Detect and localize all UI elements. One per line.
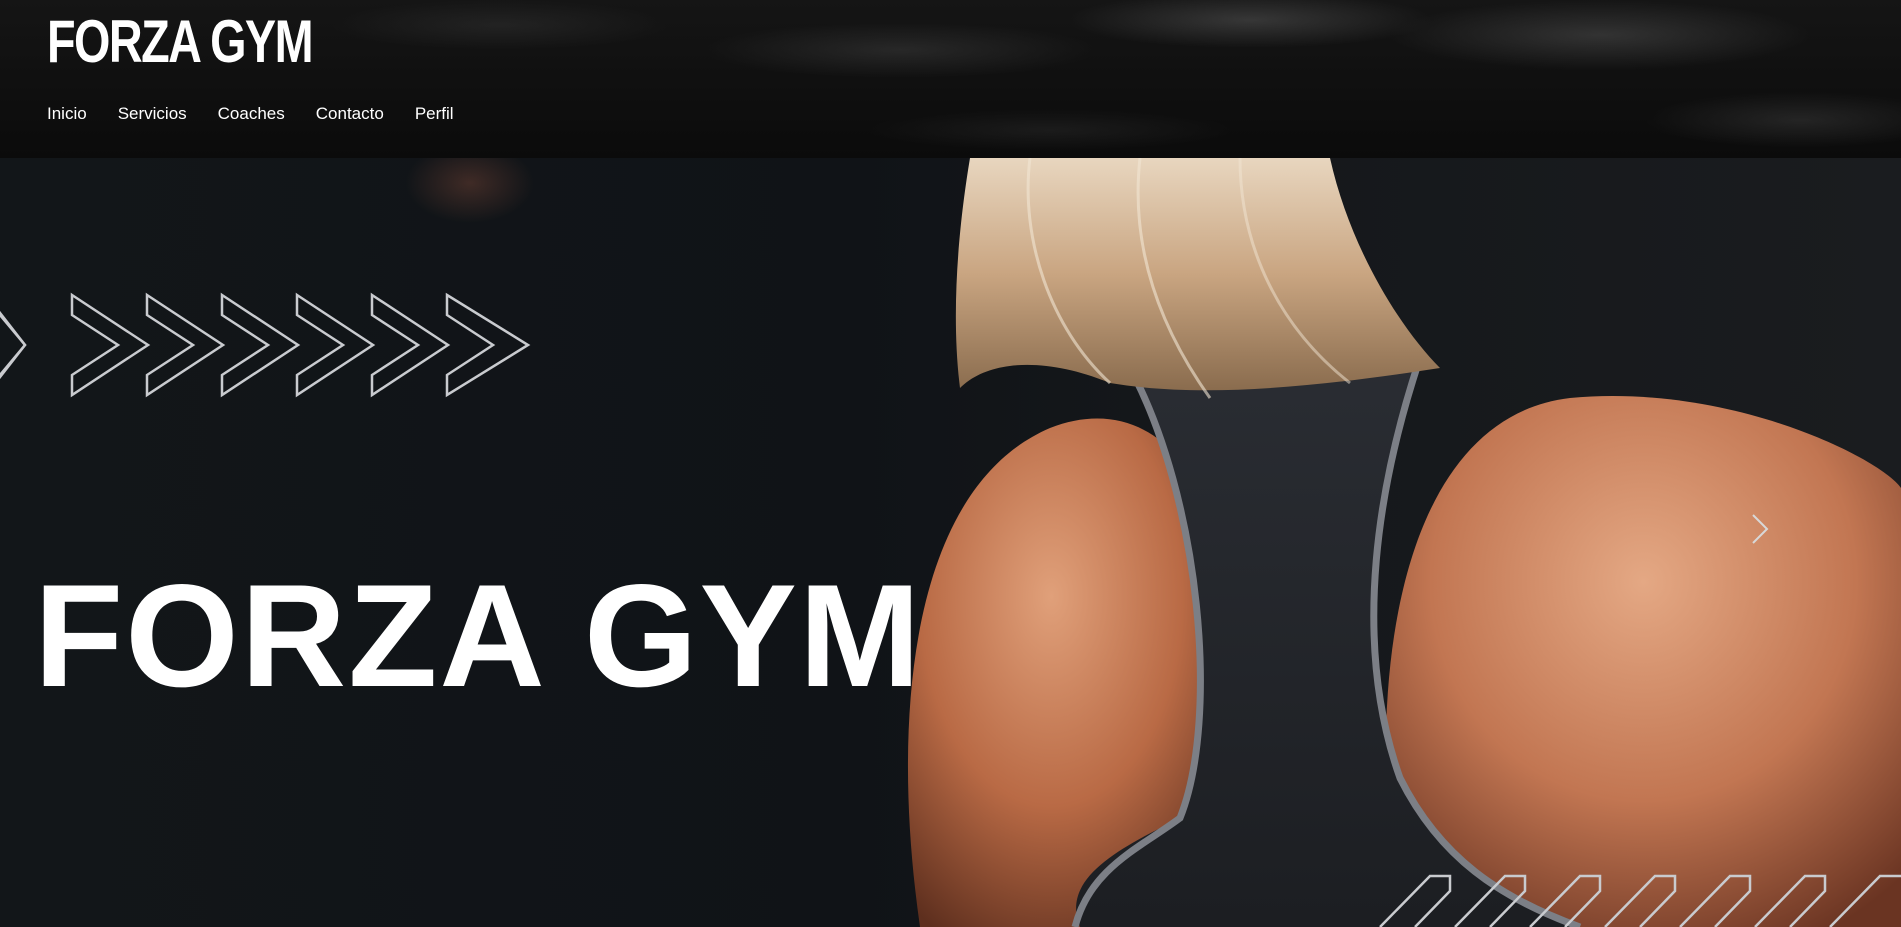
nav-link-perfil[interactable]: Perfil xyxy=(415,104,454,124)
site-header: FORZA GYM Inicio Servicios Coaches Conta… xyxy=(0,0,1901,158)
chevron-pattern-icon xyxy=(0,292,531,398)
nav-link-coaches[interactable]: Coaches xyxy=(218,104,285,124)
carousel-next-button[interactable] xyxy=(1740,504,1780,554)
chevron-pattern-icon xyxy=(1379,874,1901,927)
chevron-right-icon xyxy=(1752,514,1769,544)
brand-logo[interactable]: FORZA GYM xyxy=(47,12,314,72)
nav-link-contacto[interactable]: Contacto xyxy=(316,104,384,124)
main-nav: Inicio Servicios Coaches Contacto Perfil xyxy=(47,104,454,124)
hero-banner: FORZA GYM xyxy=(0,158,1901,927)
nav-link-servicios[interactable]: Servicios xyxy=(118,104,187,124)
hero-title: FORZA GYM xyxy=(34,554,923,717)
nav-link-inicio[interactable]: Inicio xyxy=(47,104,87,124)
